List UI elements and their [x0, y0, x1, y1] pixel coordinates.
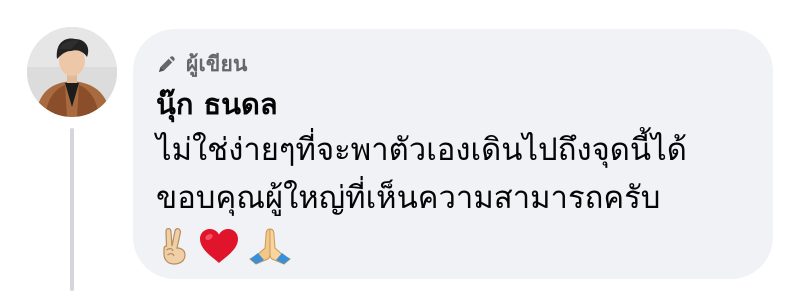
comment-thread: ผู้เขียน นุ๊ก ธนดล ไม่ใช่ง่ายๆที่จะพาตัว…: [0, 0, 800, 291]
comment-message-line: ไม่ใช่ง่ายๆที่จะพาตัวเองเดินไปถึงจุดนี้ไ…: [156, 132, 687, 168]
folded-hands-icon: [246, 226, 294, 266]
comment-message-line: ขอบคุณผู้ใหญ่ที่เห็นความสามารถครับ: [156, 180, 661, 216]
author-badge-label: ผู้เขียน: [186, 51, 248, 76]
author-badge: ผู้เขียน: [156, 50, 248, 78]
avatar-photo: [27, 27, 117, 117]
pencil-icon: [156, 53, 178, 75]
comment-message: ไม่ใช่ง่ายๆที่จะพาตัวเองเดินไปถึงจุดนี้ไ…: [156, 126, 766, 222]
red-heart-icon: [197, 226, 241, 266]
thread-connector-line: [70, 128, 74, 291]
victory-hand-icon: [158, 226, 192, 266]
avatar[interactable]: [27, 27, 117, 117]
comment-emojis: [158, 226, 294, 266]
comment-author-name[interactable]: นุ๊ก ธนดล: [156, 86, 278, 122]
